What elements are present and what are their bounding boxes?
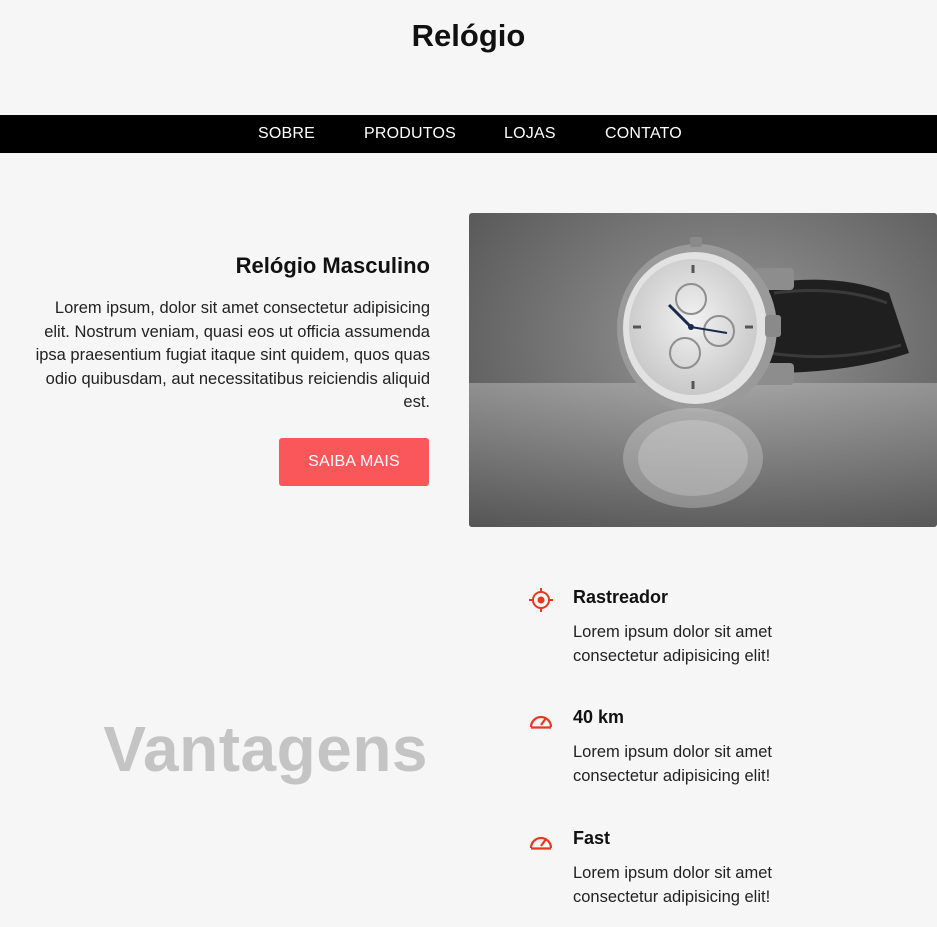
nav-link-sobre[interactable]: SOBRE: [258, 125, 315, 143]
watch-photo-icon: [469, 237, 937, 527]
feature-item-fast: Fast Lorem ipsum dolor sit amet consecte…: [528, 828, 828, 918]
site-title: Relógio: [411, 18, 526, 53]
nav-link-produtos[interactable]: PRODUTOS: [364, 125, 456, 143]
main-navigation: SOBRE PRODUTOS LOJAS CONTATO: [0, 115, 937, 153]
nav-link-contato[interactable]: CONTATO: [605, 125, 682, 143]
speedometer-icon: [529, 715, 553, 729]
feature-description: Lorem ipsum dolor sit amet consectetur a…: [573, 623, 772, 665]
speedometer-icon: [529, 836, 553, 850]
feature-item-rastreador: Rastreador Lorem ipsum dolor sit amet co…: [528, 587, 828, 677]
saiba-mais-button[interactable]: SAIBA MAIS: [279, 438, 429, 486]
feature-description: Lorem ipsum dolor sit amet consectetur a…: [573, 743, 772, 785]
advantages-heading: Vantagens: [103, 713, 428, 785]
hero-description: Lorem ipsum, dolor sit amet consectetur …: [35, 299, 430, 411]
nav-link-lojas[interactable]: LOJAS: [504, 125, 556, 143]
feature-title: Rastreador: [573, 587, 669, 607]
crosshair-icon: [529, 588, 553, 612]
hero-text-block: Relógio Masculino Lorem ipsum, dolor sit…: [30, 253, 430, 415]
feature-description: Lorem ipsum dolor sit amet consectetur a…: [573, 864, 772, 906]
feature-title: Fast: [573, 828, 611, 848]
feature-item-40km: 40 km Lorem ipsum dolor sit amet consect…: [528, 707, 828, 797]
feature-title: 40 km: [573, 707, 625, 727]
page: Relógio SOBRE PRODUTOS LOJAS CONTATO Rel…: [0, 0, 937, 927]
hero-title: Relógio Masculino: [235, 253, 430, 278]
watch-image: [469, 213, 937, 527]
